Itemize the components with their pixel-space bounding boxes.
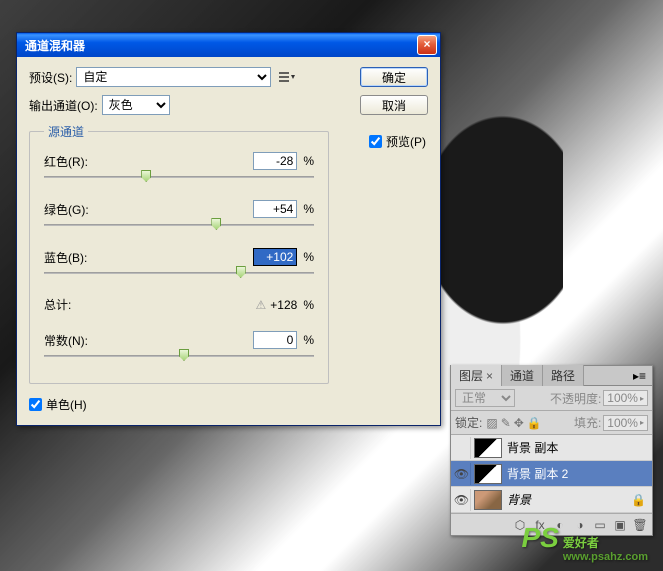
constant-input[interactable] xyxy=(253,331,297,349)
fill-input[interactable]: 100%▸ xyxy=(603,415,648,431)
preset-menu-icon[interactable] xyxy=(279,71,295,83)
preset-label: 预设(S): xyxy=(29,69,72,86)
percent-sign: % xyxy=(303,333,314,347)
preview-label: 预览(P) xyxy=(386,133,426,150)
channel-mixer-dialog: 通道混和器 × 预设(S): 自定 输出通道(O): 灰色 确定 取消 预览(P… xyxy=(16,32,441,426)
warning-icon: ⚠ xyxy=(256,298,267,312)
visibility-toggle[interactable] xyxy=(453,437,471,459)
blue-slider[interactable] xyxy=(44,268,314,278)
green-label: 绿色(G): xyxy=(44,201,118,218)
layer-name: 背景 xyxy=(507,491,631,508)
red-label: 红色(R): xyxy=(44,153,118,170)
preview-checkbox[interactable] xyxy=(369,135,382,148)
blend-mode-select[interactable]: 正常 xyxy=(455,389,515,407)
opacity-label: 不透明度: xyxy=(550,390,601,407)
watermark: PS 爱好者 www.psahz.com xyxy=(521,522,648,563)
ok-button[interactable]: 确定 xyxy=(360,67,428,87)
lock-label: 锁定: xyxy=(455,414,482,431)
lock-position-icon[interactable]: ✥ xyxy=(514,416,524,430)
percent-sign: % xyxy=(303,298,314,312)
percent-sign: % xyxy=(303,154,314,168)
green-input[interactable] xyxy=(253,200,297,218)
red-slider[interactable] xyxy=(44,172,314,182)
layer-name: 背景 副本 xyxy=(507,439,650,456)
preset-select[interactable]: 自定 xyxy=(76,67,271,87)
close-button[interactable]: × xyxy=(417,35,437,55)
visibility-toggle[interactable]: 👁 xyxy=(453,489,471,511)
constant-label: 常数(N): xyxy=(44,332,118,349)
total-value: +128 xyxy=(270,298,297,312)
blue-label: 蓝色(B): xyxy=(44,249,118,266)
dialog-title: 通道混和器 xyxy=(25,37,417,54)
cancel-button[interactable]: 取消 xyxy=(360,95,428,115)
lock-all-icon[interactable]: 🔒 xyxy=(527,416,542,430)
opacity-input[interactable]: 100%▸ xyxy=(603,390,648,406)
monochrome-label: 单色(H) xyxy=(46,396,87,413)
layer-thumbnail xyxy=(474,490,502,510)
lock-icon: 🔒 xyxy=(631,493,646,507)
tab-channels[interactable]: 通道 xyxy=(502,365,543,386)
output-channel-select[interactable]: 灰色 xyxy=(102,95,170,115)
percent-sign: % xyxy=(303,250,314,264)
tab-layers[interactable]: 图层× xyxy=(451,365,502,386)
layer-thumbnail xyxy=(474,464,502,484)
layer-item[interactable]: 背景 副本 xyxy=(451,435,652,461)
source-channels-fieldset: 源通道 红色(R): % 绿色(G): % 蓝色(B) xyxy=(29,123,329,384)
panel-menu-icon[interactable]: ▸≡ xyxy=(627,367,652,385)
fill-label: 填充: xyxy=(574,414,601,431)
total-label: 总计: xyxy=(44,296,118,313)
titlebar[interactable]: 通道混和器 × xyxy=(17,33,440,57)
percent-sign: % xyxy=(303,202,314,216)
output-label: 输出通道(O): xyxy=(29,97,98,114)
layer-thumbnail xyxy=(474,438,502,458)
layer-list: 背景 副本 👁 背景 副本 2 👁 背景 🔒 xyxy=(451,435,652,513)
constant-slider[interactable] xyxy=(44,351,314,361)
red-input[interactable] xyxy=(253,152,297,170)
blue-input[interactable] xyxy=(253,248,297,266)
layer-item[interactable]: 👁 背景 副本 2 xyxy=(451,461,652,487)
layers-panel: 图层× 通道 路径 ▸≡ 正常 不透明度: 100%▸ 锁定: ▨ ✎ ✥ 🔒 … xyxy=(450,365,653,536)
green-slider[interactable] xyxy=(44,220,314,230)
fieldset-legend: 源通道 xyxy=(44,123,88,140)
monochrome-checkbox[interactable] xyxy=(29,398,42,411)
lock-pixels-icon[interactable]: ✎ xyxy=(501,416,511,430)
tab-paths[interactable]: 路径 xyxy=(543,365,584,386)
layer-item[interactable]: 👁 背景 🔒 xyxy=(451,487,652,513)
layer-name: 背景 副本 2 xyxy=(507,465,650,482)
lock-transparency-icon[interactable]: ▨ xyxy=(486,416,497,430)
visibility-toggle[interactable]: 👁 xyxy=(453,463,471,485)
